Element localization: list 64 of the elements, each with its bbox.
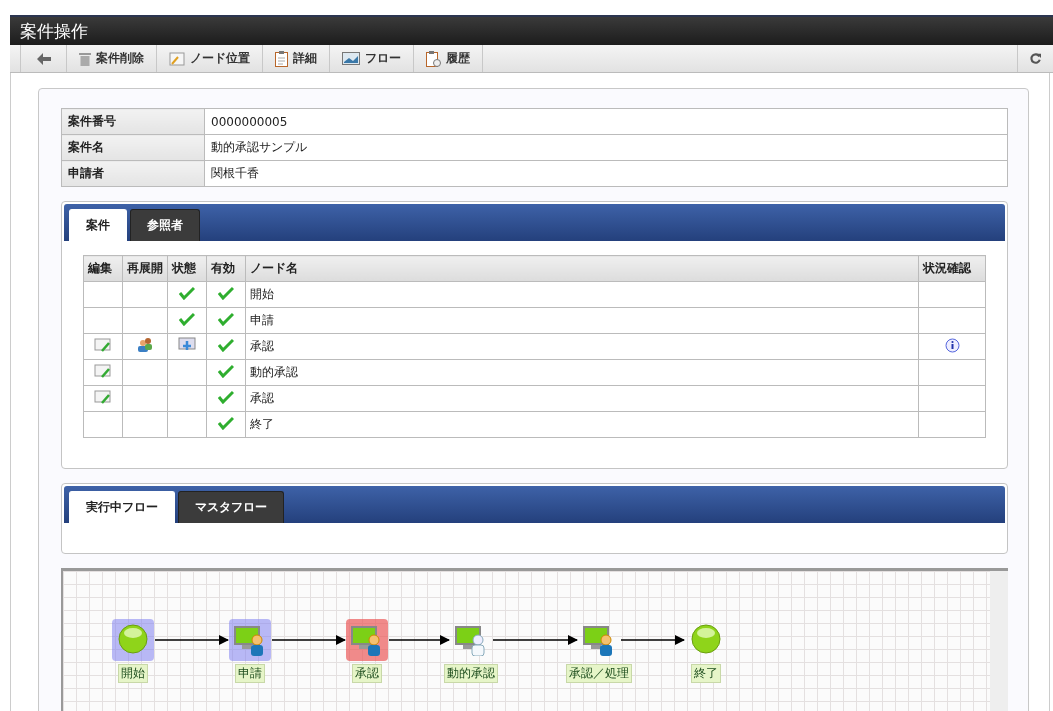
scrollbar[interactable] [990,571,1008,711]
node-label: 動的承認 [444,664,498,683]
toolbar-button[interactable]: 詳細 [262,45,329,72]
picture-pencil-icon [169,51,185,66]
clipboard-clock-icon [426,50,441,67]
tab[interactable]: 案件 [69,209,127,241]
table-cell: 開始 [245,281,919,308]
check-icon [218,312,234,326]
table-cell: 申請 [245,307,919,334]
circle-icon [690,624,722,656]
clipboard-icon [275,50,288,67]
node-label: 承認 [352,664,382,683]
info-icon[interactable] [944,337,960,353]
field-label: 案件番号 [61,108,205,135]
field-value: 関根千香 [204,160,1008,187]
check-icon [179,312,195,326]
check-icon [218,338,234,352]
column-header: 状態 [167,255,207,282]
toolbar-button[interactable]: ノード位置 [156,45,262,72]
tab[interactable]: 実行中フロー [69,491,175,523]
trash-icon [79,51,91,66]
toolbar-button[interactable]: フロー [329,45,413,72]
flow-node[interactable] [229,619,271,661]
flow-arrow [620,635,685,645]
column-header: 再展開 [122,255,168,282]
flow-node[interactable] [112,619,154,661]
column-header: 編集 [83,255,123,282]
node-label: 申請 [235,664,265,683]
field-label: 案件名 [61,134,205,161]
table-cell: 終了 [245,411,919,438]
node-label: 承認／処理 [566,664,632,683]
node-label: 開始 [118,664,148,683]
table-cell: 承認 [245,385,919,412]
back-arrow-icon [36,52,51,65]
circle-icon [117,624,149,656]
window-title: 案件操作 [20,19,88,43]
field-value: 動的承認サンプル [204,134,1008,161]
tab[interactable]: マスタフロー [178,491,284,523]
table-cell: 承認 [245,333,919,360]
column-header: ノード名 [245,255,919,282]
monitor-person-outline-icon [454,624,488,656]
check-icon [218,390,234,404]
edit-icon[interactable] [94,363,112,379]
flow-arrow [388,635,450,645]
tab[interactable]: 参照者 [130,209,200,241]
column-header: 状況確認 [918,255,986,282]
edit-icon[interactable] [94,389,112,405]
toolbar-button[interactable]: 履歴 [413,45,482,72]
column-header: 有効 [206,255,246,282]
check-icon [179,286,195,300]
check-icon [218,364,234,378]
check-icon [218,286,234,300]
check-icon [218,416,234,430]
picture-icon [342,52,360,65]
refresh-icon [1030,52,1041,65]
edit-icon[interactable] [94,337,112,353]
node-label: 終了 [691,664,721,683]
people-icon[interactable] [136,337,154,353]
monitor-arrows-icon [178,337,196,353]
table-cell: 動的承認 [245,359,919,386]
field-value: 0000000005 [204,108,1008,135]
toolbar-button[interactable]: 案件削除 [66,45,156,72]
field-label: 申請者 [61,160,205,187]
flow-node[interactable] [346,619,388,661]
